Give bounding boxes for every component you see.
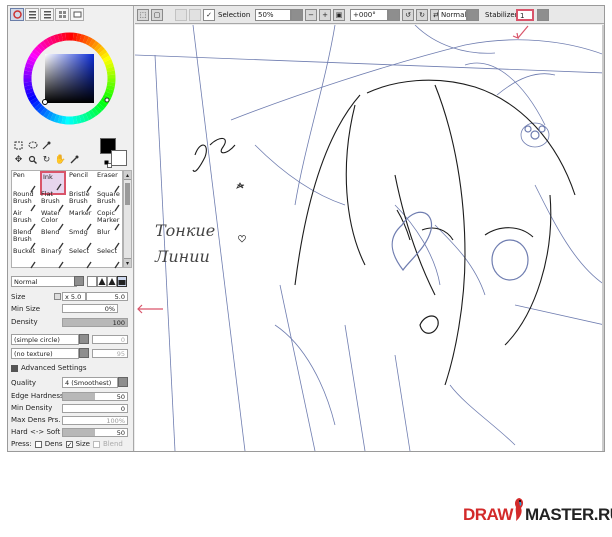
watermark-text-draw: DRAW [463, 505, 513, 524]
watermark-text-master: MASTER.RU [524, 505, 612, 524]
parrot-logo-icon [513, 496, 525, 522]
annotation-arrows [137, 25, 529, 314]
app-window: ✥ ↻ ✋ ↰ PenInkPencilEraserRound BrushFla… [7, 5, 605, 452]
watermark-logo: DRAW MASTER.RU [463, 498, 612, 528]
